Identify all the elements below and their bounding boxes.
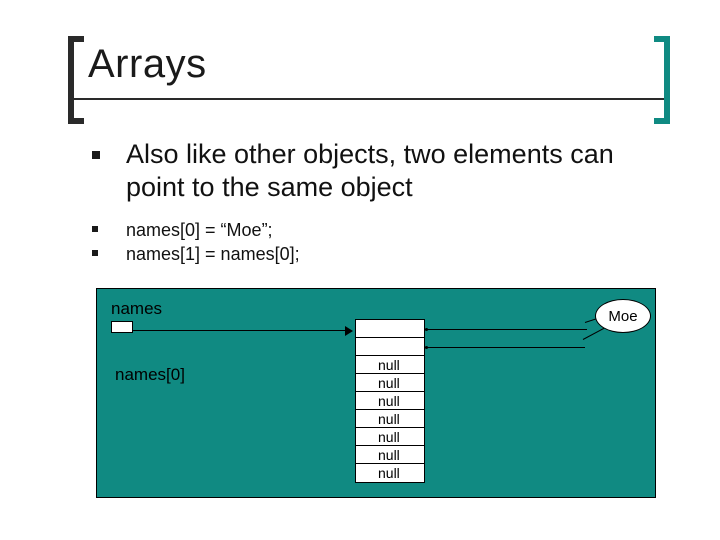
- object-moe: Moe: [595, 299, 651, 333]
- array-cell-6: null: [356, 428, 424, 446]
- code-line-2: names[1] = names[0];: [126, 242, 300, 266]
- array-cell-2: null: [356, 356, 424, 374]
- names-var-box: [111, 321, 133, 333]
- array-cell-1: [356, 338, 424, 356]
- memory-diagram: names names[0] null null null null null …: [96, 288, 656, 498]
- pointer-arrow-0: [425, 329, 587, 330]
- bracket-left-decoration: [68, 36, 84, 124]
- names-pointer-arrow: [133, 326, 353, 336]
- names-var-label: names: [111, 299, 162, 319]
- array-cell-7: null: [356, 446, 424, 464]
- bullet-main-text: Also like other objects, two elements ca…: [126, 138, 648, 204]
- array-cell-5: null: [356, 410, 424, 428]
- array-cell-8: null: [356, 464, 424, 482]
- bullet-code-2: names[1] = names[0];: [92, 242, 648, 266]
- array-cells: null null null null null null null: [355, 319, 425, 483]
- array-cell-4: null: [356, 392, 424, 410]
- bullet-main: Also like other objects, two elements ca…: [92, 138, 648, 204]
- bullet-square-icon: [92, 226, 98, 232]
- bullet-square-icon: [92, 250, 98, 256]
- bullet-square-icon: [92, 151, 100, 159]
- bracket-right-decoration: [654, 36, 670, 124]
- title-frame: Arrays: [78, 44, 660, 116]
- names-index0-label: names[0]: [115, 365, 185, 385]
- bullet-code-1: names[0] = “Moe”;: [92, 218, 648, 242]
- bullet-list: Also like other objects, two elements ca…: [92, 138, 648, 266]
- array-cell-3: null: [356, 374, 424, 392]
- array-cell-0: [356, 320, 424, 338]
- title-underline: [74, 98, 664, 100]
- code-line-1: names[0] = “Moe”;: [126, 218, 273, 242]
- pointer-arrow-1: [425, 347, 585, 348]
- slide-title: Arrays: [88, 42, 207, 87]
